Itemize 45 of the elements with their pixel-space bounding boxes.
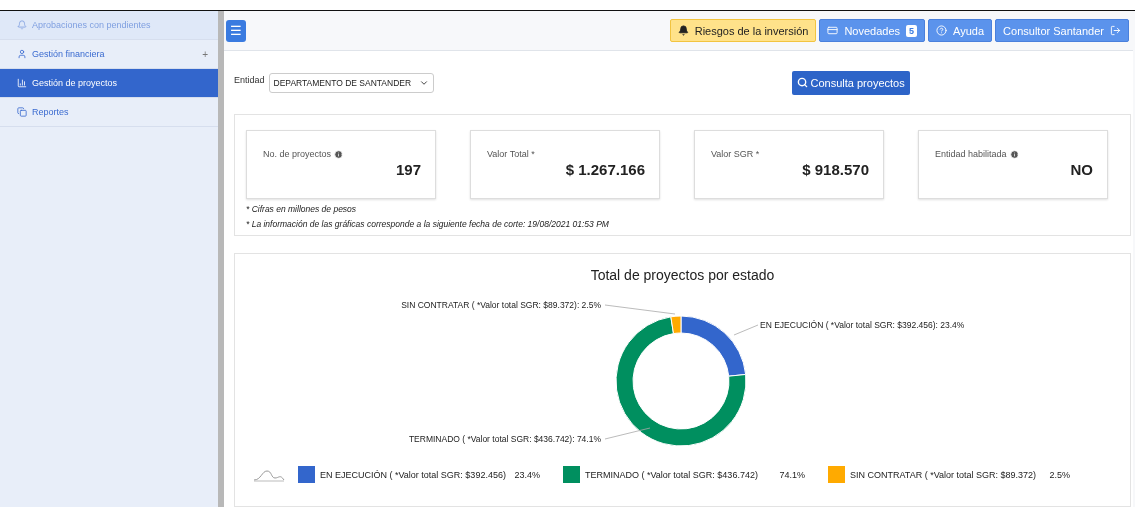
sidebar-item[interactable]: Gestión de proyectos	[0, 69, 218, 98]
query-button[interactable]: Consulta proyectos	[791, 70, 910, 95]
legend-percent: 2.5%	[1049, 469, 1070, 480]
search-icon	[796, 77, 808, 88]
toolbar-button[interactable]: Riesgos de la inversión	[669, 19, 817, 42]
stat-value: NO	[1069, 161, 1093, 178]
footnote: * Cifras en millones de pesos	[246, 204, 358, 214]
field-label: Entidad	[234, 74, 265, 85]
stat-value: 197	[394, 161, 421, 178]
bell-icon	[17, 20, 27, 30]
expand-icon: +	[202, 48, 208, 60]
legend-label: EN EJECUCIÓN ( *Valor total SGR: $392.456)	[320, 469, 506, 480]
stat-label: Valor SGR *	[711, 149, 760, 159]
footnote: * La información de las gráficas corresponde a la siguiente fecha de corte: 19/08/2021 01:53 PM	[246, 219, 610, 229]
stat-label: Valor Total *	[487, 149, 535, 159]
chart-title: Total de proyectos por estado	[589, 267, 776, 284]
logout-icon	[1110, 25, 1121, 36]
help-icon	[936, 25, 948, 36]
entity-select[interactable]: DEPARTAMENTO DE SANTANDER	[268, 72, 434, 93]
count-badge: 5	[906, 24, 918, 37]
legend-percent: 74.1%	[779, 469, 805, 480]
leader-line	[604, 304, 676, 315]
stat-value: $ 1.267.166	[564, 161, 645, 178]
chart-icon	[17, 78, 27, 88]
leader-line	[604, 427, 651, 440]
legend-percent: 23.4%	[514, 469, 540, 480]
toolbar-button[interactable]: Ayuda	[928, 19, 993, 42]
slice-label: EN EJECUCIÓN ( *Valor total SGR: $392.456): 23.4%	[760, 320, 965, 330]
slice-label: TERMINADO ( *Valor total SGR: $436.742): 74.1%	[408, 434, 601, 444]
copy-icon	[17, 107, 27, 117]
legend-label: TERMINADO ( *Valor total SGR: $436.742)	[585, 469, 758, 480]
stat-label: No. de proyectos	[263, 149, 332, 159]
sidebar-item[interactable]: Reportes	[0, 98, 218, 127]
bell-icon	[677, 25, 689, 36]
slice-label: SIN CONTRATAR ( *Valor total SGR: $89.372): 2.5%	[401, 300, 601, 310]
card-icon	[827, 25, 839, 36]
user-icon	[17, 49, 27, 59]
wave-icon	[253, 467, 285, 482]
menu-button[interactable]: ☰	[226, 19, 246, 42]
stat-value: $ 918.570	[801, 161, 869, 178]
leader-line	[733, 324, 759, 336]
legend-label: SIN CONTRATAR ( *Valor total SGR: $89.372)	[850, 469, 1037, 480]
toolbar-button[interactable]: Consultor Santander	[995, 19, 1129, 42]
toolbar-button[interactable]: Novedades 5	[819, 19, 926, 42]
stat-label: Entidad habilitada	[935, 149, 1007, 159]
